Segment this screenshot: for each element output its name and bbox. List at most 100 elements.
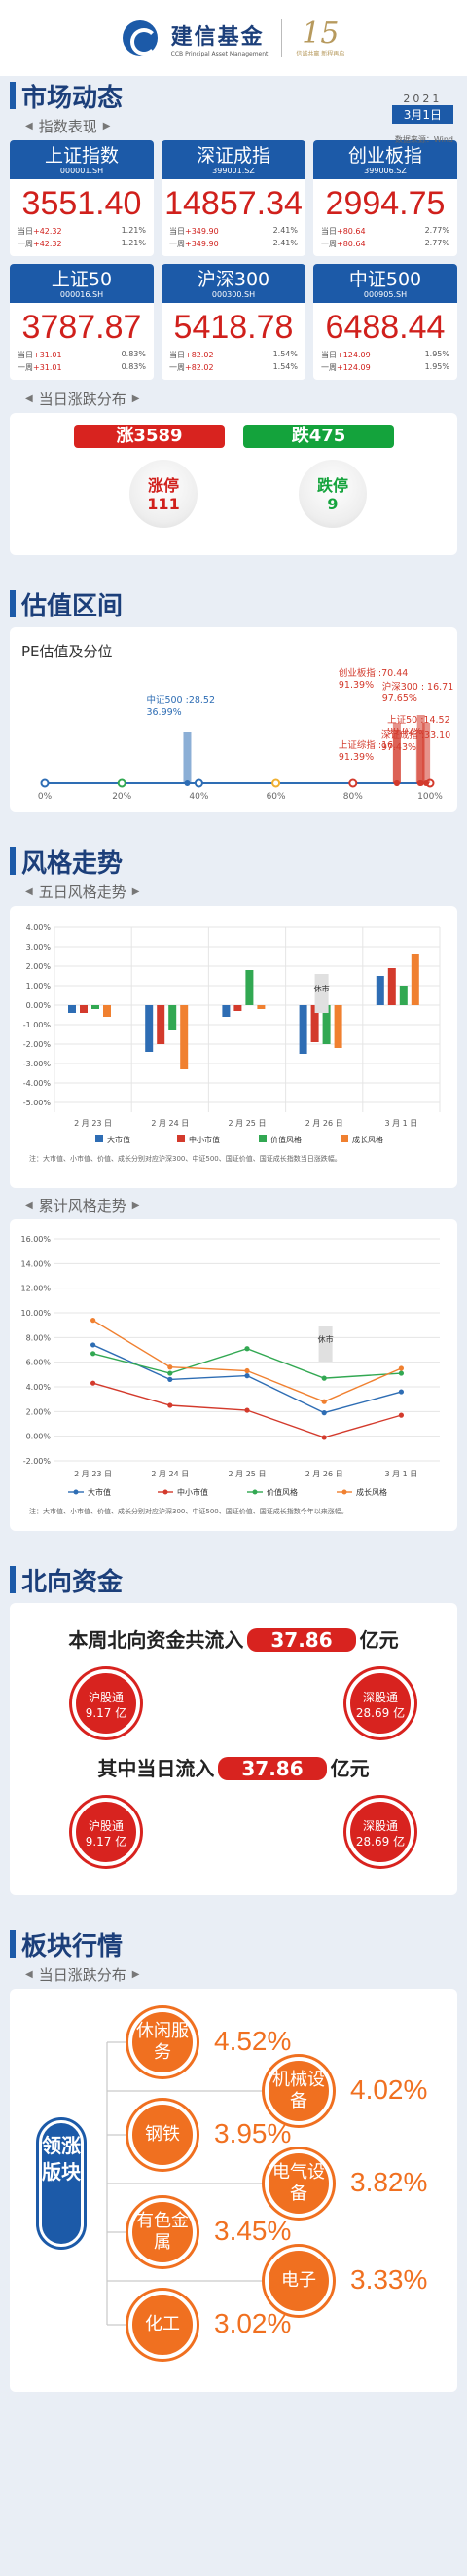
holiday-badge-text: 休市 [318,1334,334,1344]
pe-tick-label: 0% [38,792,53,802]
bar [103,1005,111,1017]
y-tick-label: -5.00% [23,1099,52,1107]
pe-point [184,780,191,786]
five-day-chart-card: 4.00% 3.00% 2.00% 1.00% 0.00% -1.00% -2.00% -3.… [10,906,457,1188]
index-value: 6488.44 [325,309,446,346]
sector-pct: 4.52% [214,2026,292,2056]
index-card[interactable]: 上证50 000016.SH 3787.87 当日+31.01 0.83% 一周+3… [10,264,154,380]
sector-ball: 有色金属 [128,2198,197,2266]
triangle-right-icon: ▶ [131,392,140,404]
bar [387,968,396,1005]
sector-ball: 电子 [265,2247,333,2315]
sector-pct: 3.33% [350,2264,428,2295]
bar [376,976,384,1005]
holiday-badge [318,1326,333,1362]
pe-axis-marker [194,778,203,788]
line-point [244,1373,250,1379]
line-point [167,1376,173,1382]
sector-pct: 3.02% [214,2308,292,2338]
index-card[interactable]: 深证成指 399001.SZ 14857.34 当日+349.90 2.41% 一周… [162,140,305,256]
pe-tick-label: 100% [417,792,443,802]
line-point [167,1364,173,1370]
line-point [398,1365,404,1371]
y-tick-label: 3.00% [26,943,52,952]
bar [399,986,408,1005]
pe-point [416,780,423,786]
bar [180,1005,189,1069]
triangle-right-icon: ▶ [102,120,111,131]
y-tick-label: 4.00% [26,923,52,932]
chart-note: 注：大市值、小市值、价值、成长分别对应沪深300、中证500、国证价值、国证成长… [29,1507,348,1515]
pe-label: 91.39% [339,752,374,763]
triangle-left-icon: ◀ [25,1968,33,1980]
index-value: 5418.78 [173,309,294,346]
pe-point [393,780,400,786]
x-tick-label: 2 月 23 日 [74,1119,112,1128]
bar [91,1005,99,1009]
index-card[interactable]: 上证指数 000001.SH 3551.40 当日+42.32 1.21% 一周+4… [10,140,154,256]
line-point [167,1370,173,1376]
index-value: 3551.40 [21,185,142,222]
pe-marker [183,732,192,783]
sh-connect-ring: 沪股通 9.17 亿 [72,1798,140,1866]
sz-connect-ring: 深股通 28.69 亿 [346,1798,414,1866]
page: 建信基金 CCB Principal Asset Management 15 信… [0,0,467,2415]
sector-pct: 3.45% [214,2216,292,2246]
series-line [92,1320,402,1402]
y-tick-label: 2.00% [26,962,52,971]
pe-label: 中证500 :28.52 [146,694,215,706]
line-point [90,1351,96,1357]
triangle-right-icon: ▶ [131,1199,140,1211]
bar [145,1005,154,1052]
y-tick-label: 0.00% [26,1001,52,1010]
legend-label: 价值风格 [270,1135,302,1144]
sector-ball: 化工 [128,2291,197,2359]
legend-swatch [252,1489,258,1495]
y-tick-label: 10.00% [20,1309,51,1318]
sector-card: 领涨版块 休闲服务 4.52% 机械设备 4.02% 钢铁 3.95% 电气设备… [10,1989,457,2392]
bar [168,1005,177,1030]
pe-chart: 0% 20% 40% 60% 80% 100%中证500 :28.5236.99%上证综指… [38,667,453,802]
line-point [398,1370,404,1376]
pe-tick-label: 40% [189,792,208,802]
triangle-right-icon: ▶ [131,885,140,897]
x-tick-label: 2 月 24 日 [151,1119,189,1128]
north-week-amount: 37.86 [247,1628,356,1652]
header: 建信基金 CCB Principal Asset Management 15 信… [0,0,467,76]
cumulative-line-chart: 16.00% 14.00% 12.00% 10.00% 8.00% 6.00% 4.00% 2… [20,1235,440,1515]
index-grid: 上证指数 000001.SH 3551.40 当日+42.32 1.21% 一周+4… [0,140,467,380]
index-value: 3787.87 [21,309,142,346]
y-tick-label: 6.00% [26,1359,52,1367]
y-tick-label: 12.00% [20,1285,51,1293]
north-card: 本周北向资金共流入 37.86 亿元 沪股通 9.17 亿 深股通 28.69 亿 其中… [10,1603,457,1895]
index-card[interactable]: 创业板指 399006.SZ 2994.75 当日+80.64 2.77% 一周+8… [313,140,457,256]
divider [281,19,283,57]
bar [68,1005,76,1013]
pe-axis-marker [40,778,50,788]
line-point [321,1435,327,1440]
legend-label: 大市值 [88,1487,111,1497]
bar [222,1005,231,1017]
bar [245,970,254,1005]
pe-label: 97.43% [381,742,416,753]
sub-title-cumulative: ◀ 累计风格走势 ▶ [25,1196,140,1214]
legend-swatch [341,1135,348,1142]
sz-connect-ring: 深股通 28.69 亿 [346,1669,414,1737]
index-value: 2994.75 [325,185,446,222]
index-card[interactable]: 中证500 000905.SH 6488.44 当日+124.09 1.95% 一周… [313,264,457,380]
y-tick-label: -1.00% [23,1021,52,1029]
x-tick-label: 2 月 24 日 [151,1470,189,1478]
north-day-amount: 37.86 [218,1757,327,1780]
pe-label: 97.65% [382,693,417,704]
y-tick-label: -3.00% [23,1060,52,1068]
sector-pct: 4.02% [350,2074,428,2105]
legend-swatch [341,1489,347,1495]
index-value: 14857.34 [164,185,303,222]
legend-label: 大市值 [107,1135,130,1144]
triangle-right-icon: ▶ [131,1968,140,1980]
pe-label: 深证成指 :33.10 [381,729,450,741]
index-card[interactable]: 沪深300 000300.SH 5418.78 当日+82.02 1.54% 一周+… [162,264,305,380]
pe-label: 创业板指 :70.44 [339,667,408,679]
y-tick-label: 16.00% [20,1235,51,1244]
bar [234,1005,242,1011]
